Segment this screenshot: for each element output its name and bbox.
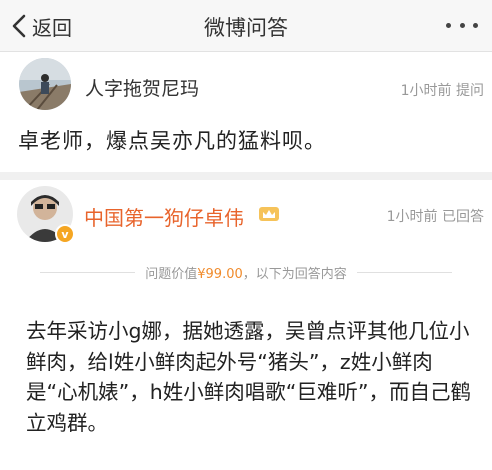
price-suffix: ，以下为回答内容 [242, 266, 347, 282]
crown-icon [259, 207, 279, 221]
question-value-text: 问题价值¥99.00，以下为回答内容 [135, 263, 357, 282]
dot [446, 22, 451, 28]
asker-avatar[interactable] [19, 58, 71, 110]
answer-body: 去年采访小g娜，据她透露，吴曾点评其他几位小鲜肉，给l姓小鲜肉起外号“猪头”，z… [26, 319, 471, 435]
answerer-avatar[interactable]: v [17, 186, 75, 244]
price-amount: ¥99.00 [197, 266, 243, 282]
question-value-row: 问题价值¥99.00，以下为回答内容 [40, 262, 452, 282]
divider-line [40, 271, 136, 273]
more-dots-icon[interactable] [446, 18, 478, 32]
answerer-name[interactable]: 中国第一狗仔卓伟 [84, 202, 244, 231]
dot [459, 22, 465, 28]
divider-line [356, 271, 452, 273]
price-prefix: 问题价值 [145, 266, 198, 282]
question-text: 卓老师，爆点吴亦凡的猛料呗。 [18, 129, 326, 153]
asker-name[interactable]: 人字拖贺尼玛 [85, 74, 199, 101]
page-title: 微博问答 [204, 16, 288, 40]
asker-avatar-image [19, 58, 71, 110]
section-divider [0, 172, 492, 180]
verified-icon: v [55, 224, 75, 244]
answer-meta: 1小时前 已回答 [386, 209, 484, 225]
question-meta: 1小时前 提问 [400, 83, 484, 99]
dot [473, 22, 478, 28]
navigation-bar: 返回 微博问答 [0, 0, 492, 52]
